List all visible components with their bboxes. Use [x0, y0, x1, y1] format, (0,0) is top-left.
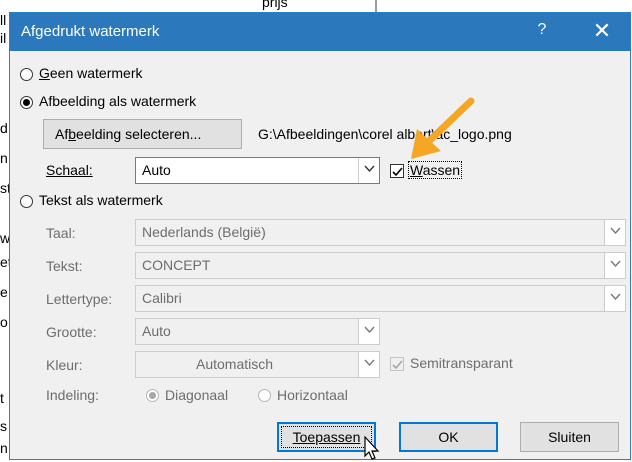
- background-divider: [375, 0, 377, 12]
- size-select[interactable]: Auto: [135, 318, 380, 345]
- radio-picture-watermark[interactable]: [20, 96, 33, 109]
- horizontal-label: Horizontaal: [277, 387, 348, 403]
- scale-label: Schaal:: [46, 162, 93, 178]
- semitransparent-checkbox[interactable]: [390, 357, 404, 371]
- diagonal-label: Diagonaal: [165, 387, 229, 403]
- picture-watermark-label: Afbeelding als watermerk: [39, 93, 197, 109]
- text-value: CONCEPT: [142, 257, 211, 273]
- background-text-char: il: [0, 30, 7, 46]
- chevron-down-icon: [358, 158, 379, 183]
- semitransparent-label: Semitransparant: [410, 355, 513, 371]
- background-text-char: s: [0, 418, 7, 434]
- background-text-char: e: [0, 284, 8, 300]
- text-select[interactable]: CONCEPT: [135, 252, 626, 279]
- orange-arrow-icon: [411, 97, 475, 159]
- chevron-down-icon: [604, 220, 625, 245]
- radio-text-watermark[interactable]: [20, 195, 33, 208]
- language-value: Nederlands (België): [142, 224, 266, 240]
- background-text-char: ll: [0, 12, 7, 28]
- apply-label: Toepassen: [292, 429, 361, 445]
- close-label: Sluiten: [548, 429, 591, 445]
- help-icon[interactable]: ?: [532, 21, 552, 39]
- background-text-char: n: [0, 440, 8, 456]
- text-watermark-label: Tekst als watermerk: [39, 192, 163, 208]
- text-label: Tekst:: [46, 258, 83, 274]
- font-label: Lettertype:: [46, 291, 113, 307]
- no-watermark-label-rest: een watermerk: [49, 65, 143, 81]
- background-text-char: n: [0, 150, 8, 166]
- close-button[interactable]: Sluiten: [520, 422, 619, 452]
- font-value: Calibri: [142, 290, 182, 306]
- font-select[interactable]: Calibri: [135, 285, 626, 312]
- background-text-char: d: [0, 120, 8, 136]
- size-label: Grootte:: [46, 324, 97, 340]
- color-value: Automatisch: [196, 356, 274, 372]
- select-picture-label: Afbeelding selecteren...: [55, 126, 202, 142]
- scale-value: Auto: [142, 162, 171, 178]
- chevron-down-icon: [358, 319, 379, 344]
- chevron-down-icon: [358, 352, 379, 377]
- watermark-dialog: Afgedrukt watermerk ? ✕ Geen watermerk A…: [9, 12, 631, 460]
- dialog-title: Afgedrukt watermerk: [21, 23, 160, 40]
- mouse-pointer-icon: [364, 436, 380, 460]
- radio-horizontal[interactable]: [258, 389, 271, 402]
- ok-label: OK: [438, 429, 459, 445]
- radio-no-watermark[interactable]: [20, 68, 33, 81]
- color-label: Kleur:: [46, 357, 83, 373]
- washout-checkbox[interactable]: [390, 164, 404, 178]
- dialog-titlebar: Afgedrukt watermerk ? ✕: [10, 13, 630, 51]
- background-text-top: prijs: [262, 0, 288, 10]
- ok-button[interactable]: OK: [399, 422, 498, 452]
- apply-button[interactable]: Toepassen: [277, 422, 376, 452]
- chevron-down-icon: [604, 286, 625, 311]
- radio-diagonal[interactable]: [146, 389, 159, 402]
- scale-select[interactable]: Auto: [135, 157, 380, 184]
- language-label: Taal:: [46, 225, 76, 241]
- background-text-char: t: [0, 390, 4, 406]
- close-icon[interactable]: ✕: [590, 18, 614, 44]
- background-text-char: o: [0, 314, 8, 330]
- chevron-down-icon: [604, 253, 625, 278]
- size-value: Auto: [142, 323, 171, 339]
- layout-label: Indeling:: [46, 387, 99, 403]
- color-select[interactable]: Automatisch: [135, 351, 380, 378]
- select-picture-button[interactable]: Afbeelding selecteren...: [43, 119, 242, 149]
- language-select[interactable]: Nederlands (België): [135, 219, 626, 246]
- no-watermark-label: Geen watermerk: [39, 65, 143, 81]
